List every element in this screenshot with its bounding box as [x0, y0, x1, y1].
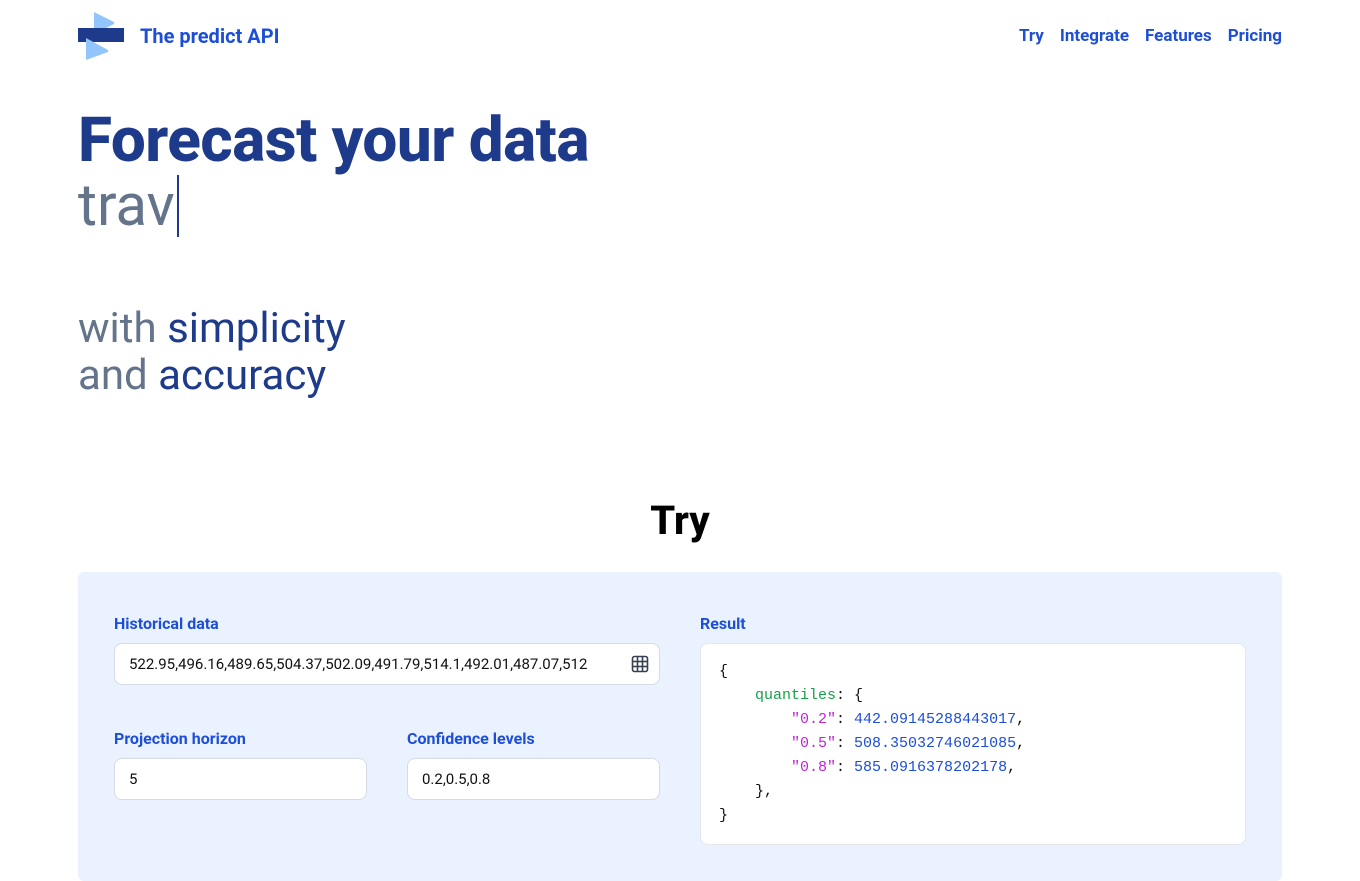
historical-data-input[interactable]: [114, 643, 660, 685]
confidence-levels-input[interactable]: [407, 758, 660, 800]
nav-link-features[interactable]: Features: [1145, 26, 1212, 46]
hero-typing: trav: [78, 175, 1282, 237]
brand[interactable]: The predict API: [78, 12, 279, 60]
site-header: The predict API Try Integrate Features P…: [78, 0, 1282, 72]
hero-sub-simplicity: simplicity: [167, 304, 346, 353]
result-key-q08: "0.8": [791, 759, 836, 776]
hero-sub-and: and: [78, 351, 148, 400]
result-output: { quantiles: { "0.2": 442.09145288443017…: [700, 643, 1246, 845]
nav-link-try[interactable]: Try: [1019, 26, 1044, 46]
nav-link-integrate[interactable]: Integrate: [1060, 26, 1129, 46]
logo-icon: [78, 12, 124, 60]
typing-cursor-icon: [177, 175, 179, 237]
projection-horizon-input[interactable]: [114, 758, 367, 800]
projection-horizon-label: Projection horizon: [114, 729, 367, 748]
try-panel: Historical data Projection horizon: [78, 572, 1282, 881]
primary-nav: Try Integrate Features Pricing: [1019, 26, 1282, 46]
hero-subheading: with simplicity and accuracy: [78, 305, 1282, 399]
hero-headline: Forecast your data: [78, 108, 1282, 173]
section-heading-try: Try: [78, 497, 1282, 544]
historical-data-field: [114, 643, 660, 685]
try-form: Historical data Projection horizon: [114, 614, 660, 845]
result-val-q08: 585.0916378202178: [854, 759, 1007, 776]
hero-sub-with: with: [78, 304, 157, 353]
result-key-q02: "0.2": [791, 711, 836, 728]
confidence-levels-label: Confidence levels: [407, 729, 660, 748]
result-key-quantiles: quantiles: [755, 687, 836, 704]
hero-typing-text: trav: [78, 176, 175, 237]
try-result: Result { quantiles: { "0.2": 442.0914528…: [700, 614, 1246, 845]
result-val-q05: 508.35032746021085: [854, 735, 1016, 752]
hero: Forecast your data trav with simplicity …: [78, 72, 1282, 423]
result-key-q05: "0.5": [791, 735, 836, 752]
hero-sub-accuracy: accuracy: [158, 351, 326, 400]
result-val-q02: 442.09145288443017: [854, 711, 1016, 728]
result-label: Result: [700, 614, 1246, 633]
brand-title: The predict API: [140, 24, 279, 48]
nav-link-pricing[interactable]: Pricing: [1228, 26, 1282, 46]
historical-data-label: Historical data: [114, 614, 660, 633]
table-icon[interactable]: [630, 654, 650, 674]
